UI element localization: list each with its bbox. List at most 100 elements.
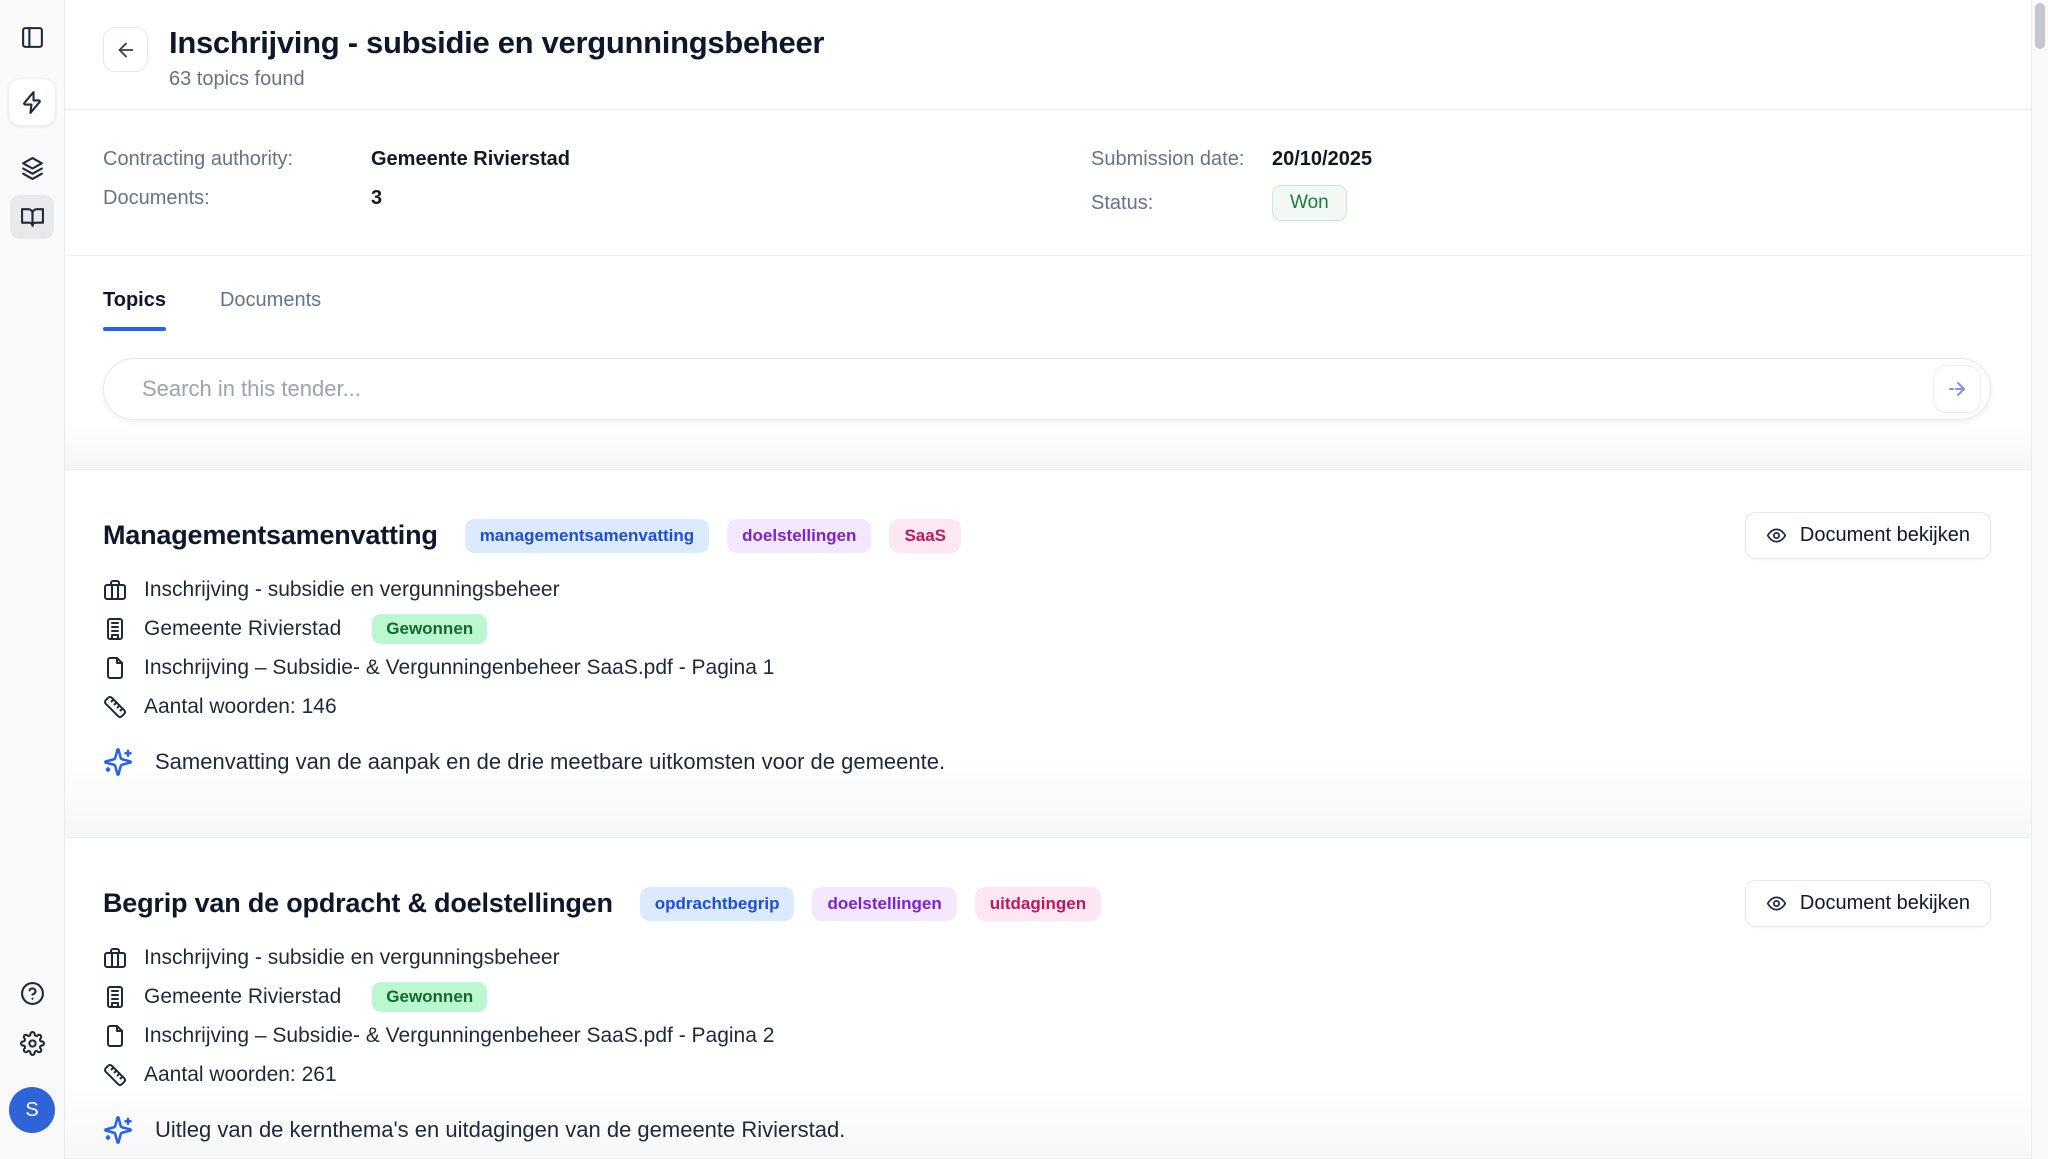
won-badge: Gewonnen [372,982,487,1012]
user-avatar[interactable]: S [9,1087,55,1133]
authority-name: Gemeente Rivierstad [144,985,341,1009]
view-document-label: Document bekijken [1800,892,1970,915]
topic-tag: SaaS [889,519,961,553]
topic-tag: opdrachtbegrip [640,887,795,921]
page-header: Inschrijving - subsidie en vergunningsbe… [65,0,2031,110]
status-badge: Won [1272,185,1347,221]
topic-tag: doelstellingen [812,887,956,921]
authority-row: Gemeente Rivierstad Gewonnen [103,984,1991,1010]
sidebar-item-collections[interactable] [10,146,54,190]
topic-summary-row: Samenvatting van de aanpak en de drie me… [103,747,1991,777]
authority-name: Gemeente Rivierstad [144,617,341,641]
topic-tags: opdrachtbegrip doelstellingen uitdaginge… [640,887,1101,921]
word-count: Aantal woorden: 146 [144,695,337,719]
ruler-icon [103,1063,127,1087]
document-row: Inschrijving – Subsidie- & Vergunningenb… [103,655,1991,681]
topic-summary: Samenvatting van de aanpak en de drie me… [155,749,945,775]
eye-icon [1766,893,1787,914]
topic-tags: managementsamenvatting doelstellingen Sa… [465,519,961,553]
topic-summary-row: Uitleg van de kernthema's en uitdagingen… [103,1115,1991,1145]
authority-row: Gemeente Rivierstad Gewonnen [103,616,1991,642]
app-window: S Inschrijving - subsidie en vergunnings… [0,0,2048,1159]
topic-card-head: Managementsamenvatting managementsamenva… [103,512,1991,559]
tabs-and-search-section: Topics Documents [65,256,2031,470]
page-title: Inschrijving - subsidie en vergunningsbe… [169,25,824,61]
briefcase-icon [103,946,127,970]
contracting-authority-row: Contracting authority: Gemeente Rivierst… [103,146,1091,172]
header-titles: Inschrijving - subsidie en vergunningsbe… [169,25,824,91]
topic-tag: uitdagingen [975,887,1101,921]
panel-left-icon [20,25,45,50]
contracting-authority-label: Contracting authority: [103,148,371,171]
document-name: Inschrijving – Subsidie- & Vergunningenb… [144,1024,774,1048]
tab-bar: Topics Documents [103,289,1991,331]
submission-date-value: 20/10/2025 [1272,148,1372,171]
back-button[interactable] [103,27,148,72]
layers-icon [20,156,45,181]
won-badge: Gewonnen [372,614,487,644]
tab-topics[interactable]: Topics [103,289,166,331]
icon-sidebar: S [0,0,65,1159]
file-icon [103,1024,127,1048]
word-count-row: Aantal woorden: 261 [103,1062,1991,1088]
status-label: Status: [1091,192,1272,215]
scrollbar-thumb[interactable] [2035,3,2045,49]
main-content: Inschrijving - subsidie en vergunningsbe… [65,0,2031,1159]
info-right-column: Submission date: 20/10/2025 Status: Won [1091,146,1372,255]
status-row: Status: Won [1091,185,1372,221]
tender-name: Inschrijving - subsidie en vergunningsbe… [144,578,560,602]
info-left-column: Contracting authority: Gemeente Rivierst… [103,146,1091,255]
search-input[interactable] [142,376,1933,402]
vertical-scrollbar[interactable] [2031,0,2048,1159]
view-document-label: Document bekijken [1800,524,1970,547]
tender-name: Inschrijving - subsidie en vergunningsbe… [144,946,560,970]
topic-meta: Inschrijving - subsidie en vergunningsbe… [103,945,1991,1088]
topics-count: 63 topics found [169,68,824,91]
contracting-authority-value: Gemeente Rivierstad [371,148,570,171]
document-name: Inschrijving – Subsidie- & Vergunningenb… [144,656,774,680]
document-row: Inschrijving – Subsidie- & Vergunningenb… [103,1023,1991,1049]
search-submit-button[interactable] [1933,365,1981,413]
documents-label: Documents: [103,187,371,210]
search-bar [103,358,1991,420]
topic-tag: doelstellingen [727,519,871,553]
sparkles-icon [103,1115,133,1145]
topic-card: Managementsamenvatting managementsamenva… [65,470,2031,838]
documents-count-row: Documents: 3 [103,185,1091,211]
topic-title: Begrip van de opdracht & doelstellingen [103,888,613,919]
briefcase-icon [103,578,127,602]
zap-icon [20,90,45,115]
word-count: Aantal woorden: 261 [144,1063,337,1087]
help-circle-icon [20,981,45,1006]
tender-name-row: Inschrijving - subsidie en vergunningsbe… [103,945,1991,971]
view-document-button[interactable]: Document bekijken [1745,880,1991,927]
word-count-row: Aantal woorden: 146 [103,694,1991,720]
arrow-left-icon [115,39,137,61]
topic-meta: Inschrijving - subsidie en vergunningsbe… [103,577,1991,720]
settings-button[interactable] [10,1021,54,1065]
tender-name-row: Inschrijving - subsidie en vergunningsbe… [103,577,1991,603]
view-document-button[interactable]: Document bekijken [1745,512,1991,559]
topic-card-head: Begrip van de opdracht & doelstellingen … [103,880,1991,927]
gear-icon [20,1031,45,1056]
topic-summary: Uitleg van de kernthema's en uitdagingen… [155,1117,845,1143]
help-button[interactable] [10,971,54,1015]
documents-value: 3 [371,187,382,210]
topic-card: Begrip van de opdracht & doelstellingen … [65,838,2031,1159]
building-icon [103,985,127,1009]
eye-icon [1766,525,1787,546]
tender-info-strip: Contracting authority: Gemeente Rivierst… [65,110,2031,256]
ruler-icon [103,695,127,719]
book-open-icon [20,205,45,230]
building-icon [103,617,127,641]
quick-action-button[interactable] [8,78,56,126]
topic-tag: managementsamenvatting [465,519,709,553]
sparkles-icon [103,747,133,777]
submission-date-row: Submission date: 20/10/2025 [1091,146,1372,172]
sidebar-toggle-button[interactable] [10,15,54,59]
submission-date-label: Submission date: [1091,148,1272,171]
tab-documents[interactable]: Documents [220,289,321,331]
topic-title: Managementsamenvatting [103,520,438,551]
sidebar-item-library[interactable] [10,195,54,239]
file-icon [103,656,127,680]
